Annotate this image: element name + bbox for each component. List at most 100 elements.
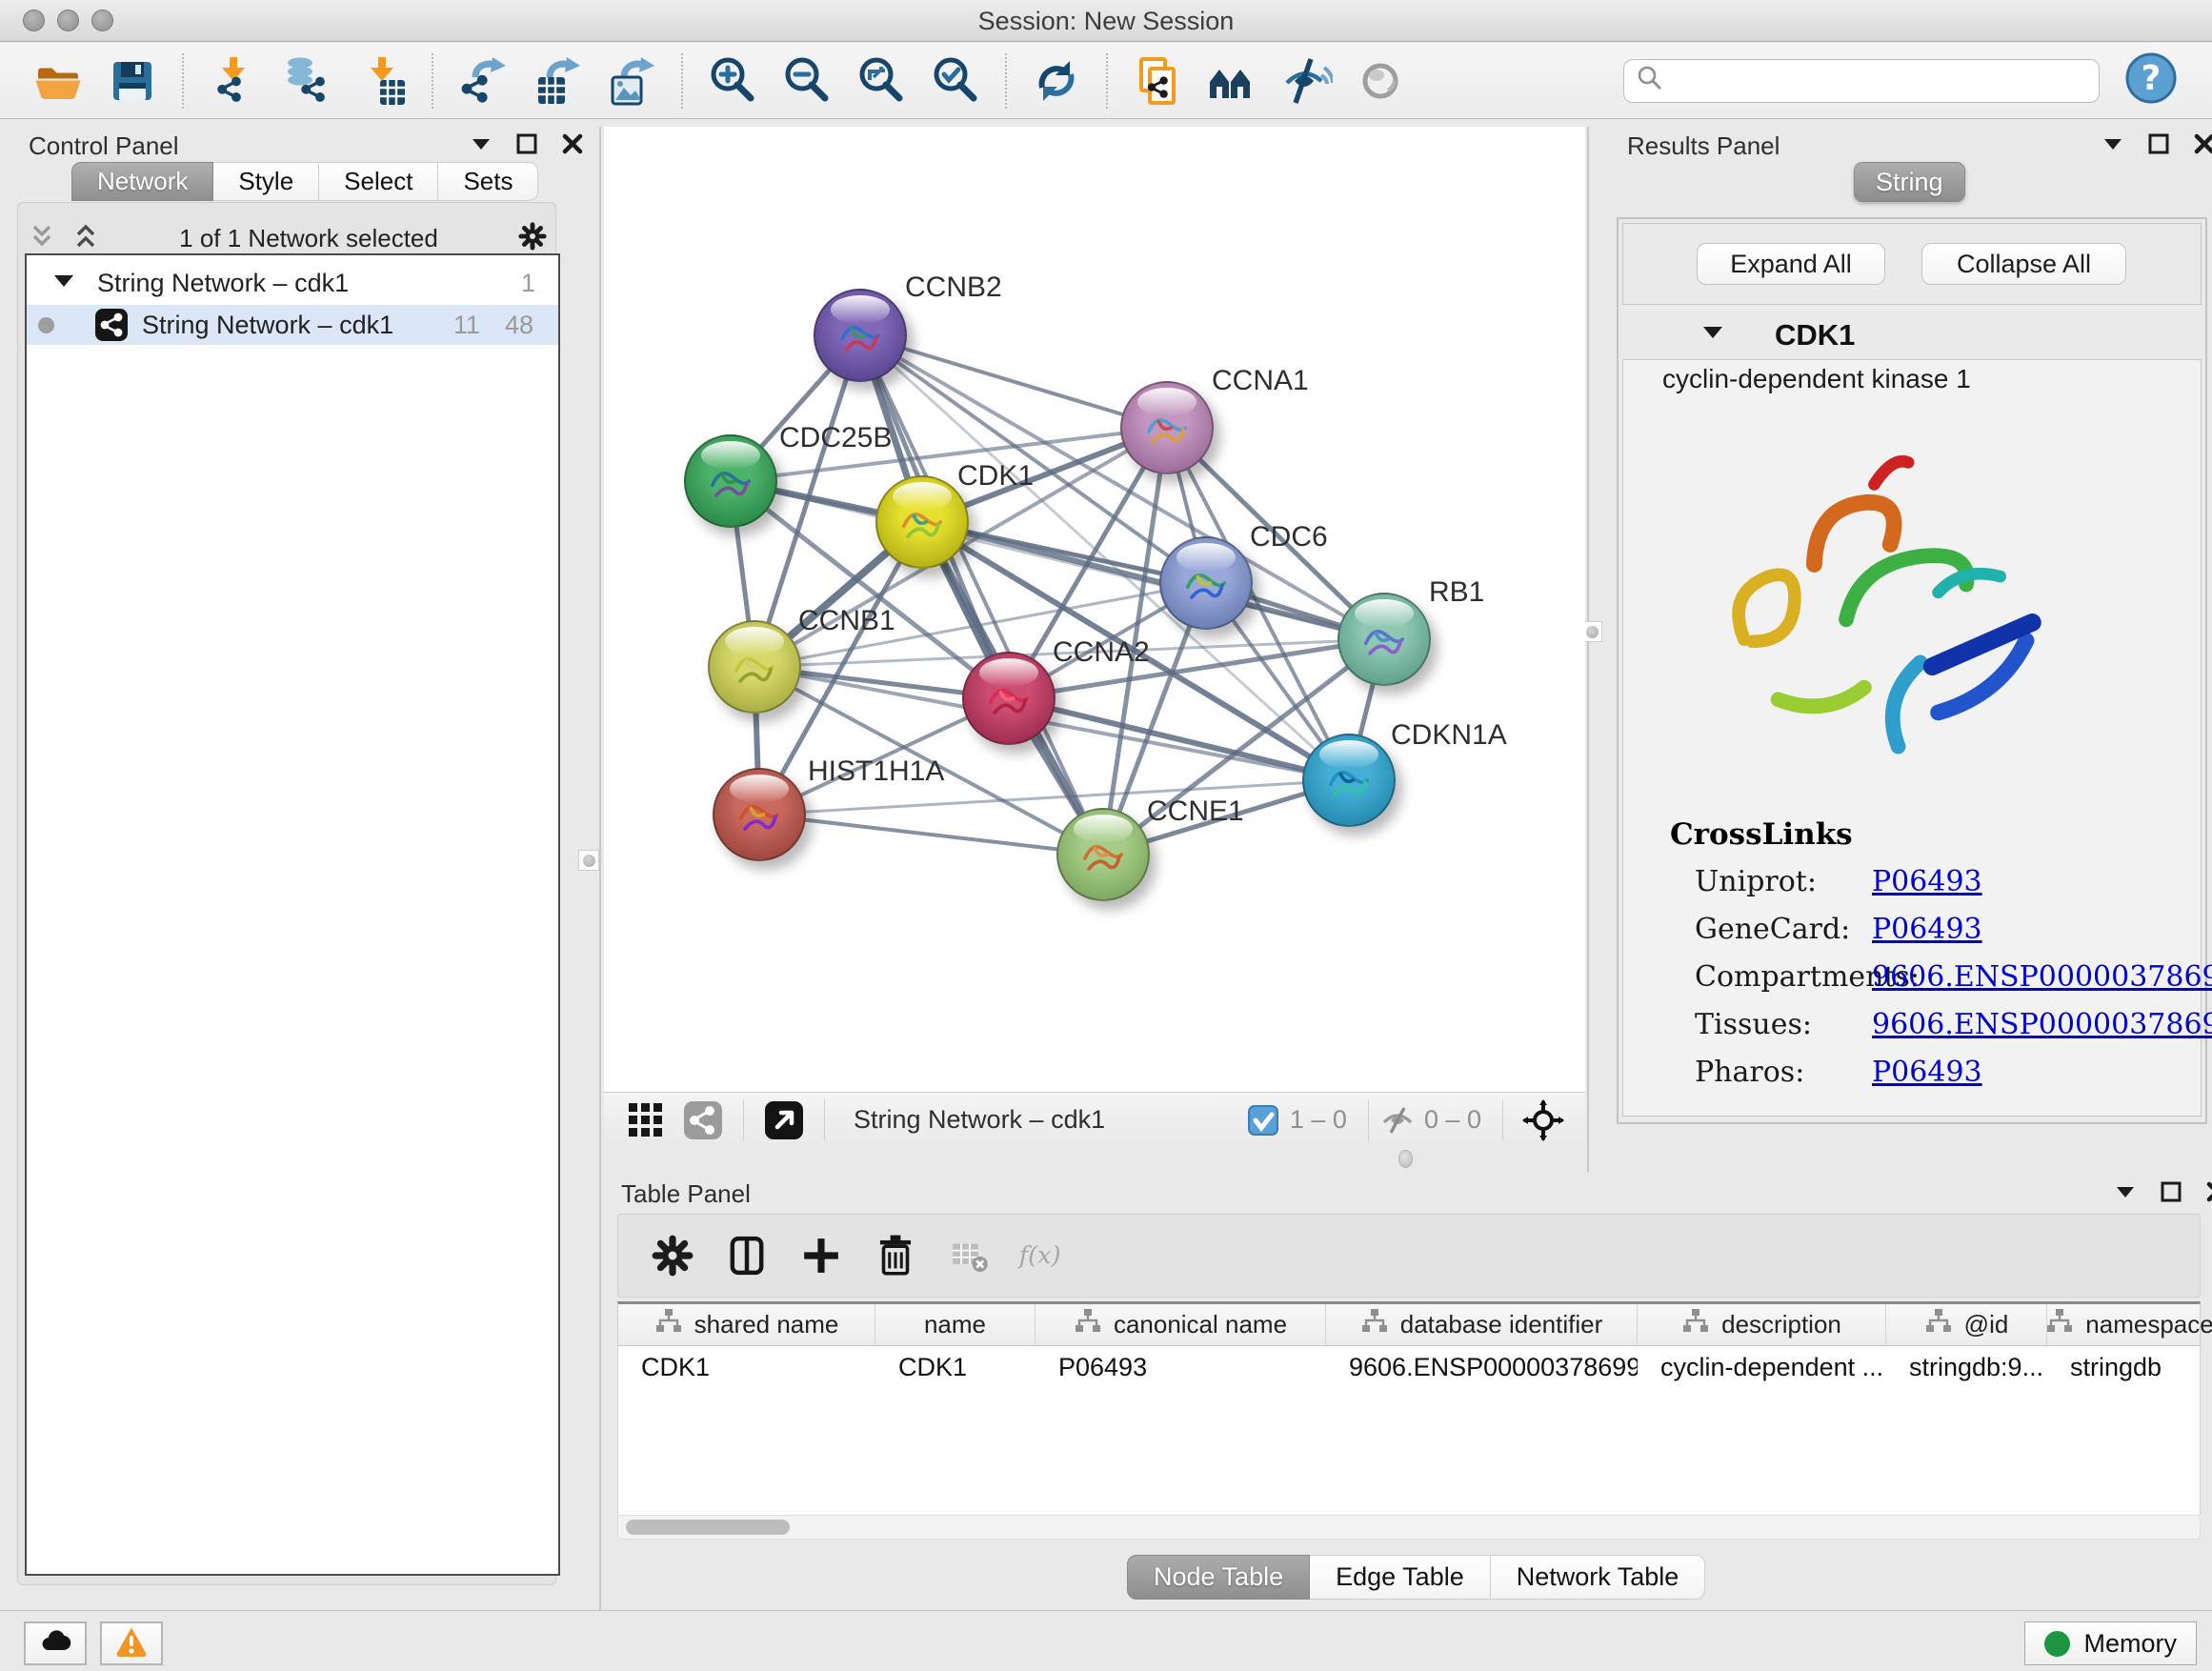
first-neighbors-icon[interactable]	[1203, 52, 1260, 110]
expand-all-networks-icon[interactable]	[70, 221, 101, 256]
edge-HIST1H1A-CCNE1[interactable]	[759, 815, 1103, 855]
node-CDK1[interactable]	[875, 475, 969, 569]
close-panel-icon[interactable]	[2204, 1179, 2212, 1209]
tab-node-table[interactable]: Node Table	[1127, 1555, 1310, 1600]
float-panel-icon[interactable]	[514, 131, 539, 161]
edge-CCNB2-CCNA1[interactable]	[860, 335, 1167, 428]
copy-network-icon[interactable]	[1129, 52, 1186, 110]
close-panel-icon[interactable]	[560, 131, 585, 161]
network-share-icon[interactable]	[682, 1099, 724, 1141]
hidden-eye-slash-icon[interactable]	[1380, 1103, 1415, 1137]
column-header-canonical-name[interactable]: canonical name	[1036, 1304, 1326, 1345]
cloud-button[interactable]	[24, 1621, 87, 1665]
column-header-namespace[interactable]: namespace	[2047, 1304, 2212, 1345]
birds-eye-crosshair-icon[interactable]	[1522, 1099, 1564, 1141]
export-image-icon[interactable]	[603, 52, 660, 110]
crosslink-link[interactable]: P06493	[1872, 913, 1982, 946]
column-header-shared-name[interactable]: shared name	[618, 1304, 875, 1345]
refresh-icon[interactable]	[1028, 52, 1085, 110]
hide-selected-icon[interactable]	[1277, 52, 1335, 110]
crosslink-link[interactable]: P06493	[1872, 1056, 1982, 1089]
zoom-in-icon[interactable]	[704, 52, 761, 110]
grid-view-icon[interactable]	[625, 1099, 667, 1141]
help-button[interactable]: ?	[2124, 51, 2178, 110]
table-cell[interactable]: stringdb	[2047, 1346, 2212, 1388]
node-CCNB1[interactable]	[708, 620, 801, 714]
table-cell[interactable]: CDK1	[618, 1346, 875, 1388]
tab-network-table[interactable]: Network Table	[1491, 1555, 1706, 1600]
node-CCNE1[interactable]	[1056, 808, 1150, 901]
left-splitter[interactable]	[599, 127, 601, 1610]
table-cell[interactable]: cyclin-dependent ...	[1638, 1346, 1886, 1388]
tab-style[interactable]: Style	[213, 162, 319, 201]
column-header-description[interactable]: description	[1638, 1304, 1886, 1345]
left-splitter-handle[interactable]	[578, 850, 599, 871]
zoom-selected-icon[interactable]	[927, 52, 984, 110]
right-splitter[interactable]	[1587, 127, 1589, 1172]
collection-expand-triangle-icon[interactable]	[27, 269, 76, 298]
table-cell[interactable]: 9606.ENSP00000378699	[1326, 1346, 1638, 1388]
node-HIST1H1A[interactable]	[713, 768, 806, 861]
float-panel-icon[interactable]	[2159, 1179, 2183, 1209]
import-network-icon[interactable]	[205, 52, 262, 110]
network-options-gear-icon[interactable]	[516, 220, 549, 257]
table-cell[interactable]: stringdb:9...	[1886, 1346, 2047, 1388]
tab-string[interactable]: String	[1854, 162, 1965, 202]
crosslink-link[interactable]: 9606.ENSP00000378699	[1872, 960, 2212, 994]
memory-button[interactable]: Memory	[2024, 1621, 2197, 1665]
collapse-panel-icon[interactable]	[2101, 131, 2125, 161]
table-settings-gear-icon[interactable]	[645, 1228, 700, 1283]
node-RB1[interactable]	[1337, 593, 1431, 686]
node-CDC6[interactable]	[1159, 536, 1253, 630]
tab-edge-table[interactable]: Edge Table	[1310, 1555, 1491, 1600]
expand-all-button[interactable]: Expand All	[1697, 243, 1885, 285]
show-columns-icon[interactable]	[719, 1228, 774, 1283]
network-row-selected[interactable]: String Network – cdk1 11 48	[27, 305, 558, 345]
table-row[interactable]: CDK1CDK1P064939606.ENSP00000378699cyclin…	[618, 1346, 2200, 1388]
collapse-panel-icon[interactable]	[2113, 1179, 2138, 1209]
collapse-panel-icon[interactable]	[469, 131, 493, 161]
table-horizontal-scrollbar[interactable]	[617, 1515, 2201, 1540]
column-header-name[interactable]: name	[875, 1304, 1036, 1345]
search-box[interactable]	[1623, 59, 2100, 103]
show-all-icon[interactable]	[1352, 52, 1409, 110]
collapse-all-button[interactable]: Collapse All	[1921, 243, 2126, 285]
column-header--id[interactable]: @id	[1886, 1304, 2047, 1345]
tab-select[interactable]: Select	[319, 162, 438, 201]
section-expand-triangle-icon[interactable]	[1622, 320, 1725, 350]
network-canvas[interactable]: CCNB2CCNA1CDC25BCDK1CDC6RB1CCNB1CCNA2CDK…	[604, 127, 1585, 1092]
collapse-all-networks-icon[interactable]	[27, 221, 57, 256]
export-network-icon[interactable]	[454, 52, 512, 110]
add-column-plus-icon[interactable]	[794, 1228, 849, 1283]
zoom-out-icon[interactable]	[778, 52, 835, 110]
open-in-new-icon[interactable]	[763, 1099, 805, 1141]
tab-network[interactable]: Network	[71, 162, 213, 201]
open-session-icon[interactable]	[30, 52, 87, 110]
save-session-icon[interactable]	[104, 52, 161, 110]
column-header-database-identifier[interactable]: database identifier	[1326, 1304, 1638, 1345]
tab-sets[interactable]: Sets	[438, 162, 538, 201]
selected-checkbox-icon[interactable]	[1246, 1103, 1280, 1137]
scrollbar-thumb[interactable]	[626, 1520, 790, 1535]
node-CCNB2[interactable]	[814, 289, 907, 382]
import-table-icon[interactable]	[353, 52, 411, 110]
node-CDC25B[interactable]	[684, 434, 777, 528]
horizontal-splitter-handle[interactable]	[1398, 1150, 1413, 1168]
search-input[interactable]	[1672, 67, 2087, 94]
node-CCNA2[interactable]	[962, 652, 1056, 745]
table-cell[interactable]: CDK1	[875, 1346, 1036, 1388]
node-details-header[interactable]: CDK1	[1622, 311, 2202, 360]
delete-column-trash-icon[interactable]	[868, 1228, 923, 1283]
close-panel-icon[interactable]	[2192, 131, 2212, 161]
table-cell[interactable]: P06493	[1036, 1346, 1326, 1388]
crosslink-link[interactable]: P06493	[1872, 865, 1982, 898]
export-table-icon[interactable]	[529, 52, 586, 110]
node-CCNA1[interactable]	[1120, 381, 1214, 474]
import-database-icon[interactable]	[279, 52, 336, 110]
zoom-fit-icon[interactable]	[853, 52, 910, 110]
float-panel-icon[interactable]	[2146, 131, 2171, 161]
network-collection-row[interactable]: String Network – cdk1 1	[27, 265, 558, 301]
warning-button[interactable]	[100, 1621, 163, 1665]
node-CDKN1A[interactable]	[1302, 734, 1396, 827]
crosslink-link[interactable]: 9606.ENSP00000378699	[1872, 1008, 2212, 1041]
